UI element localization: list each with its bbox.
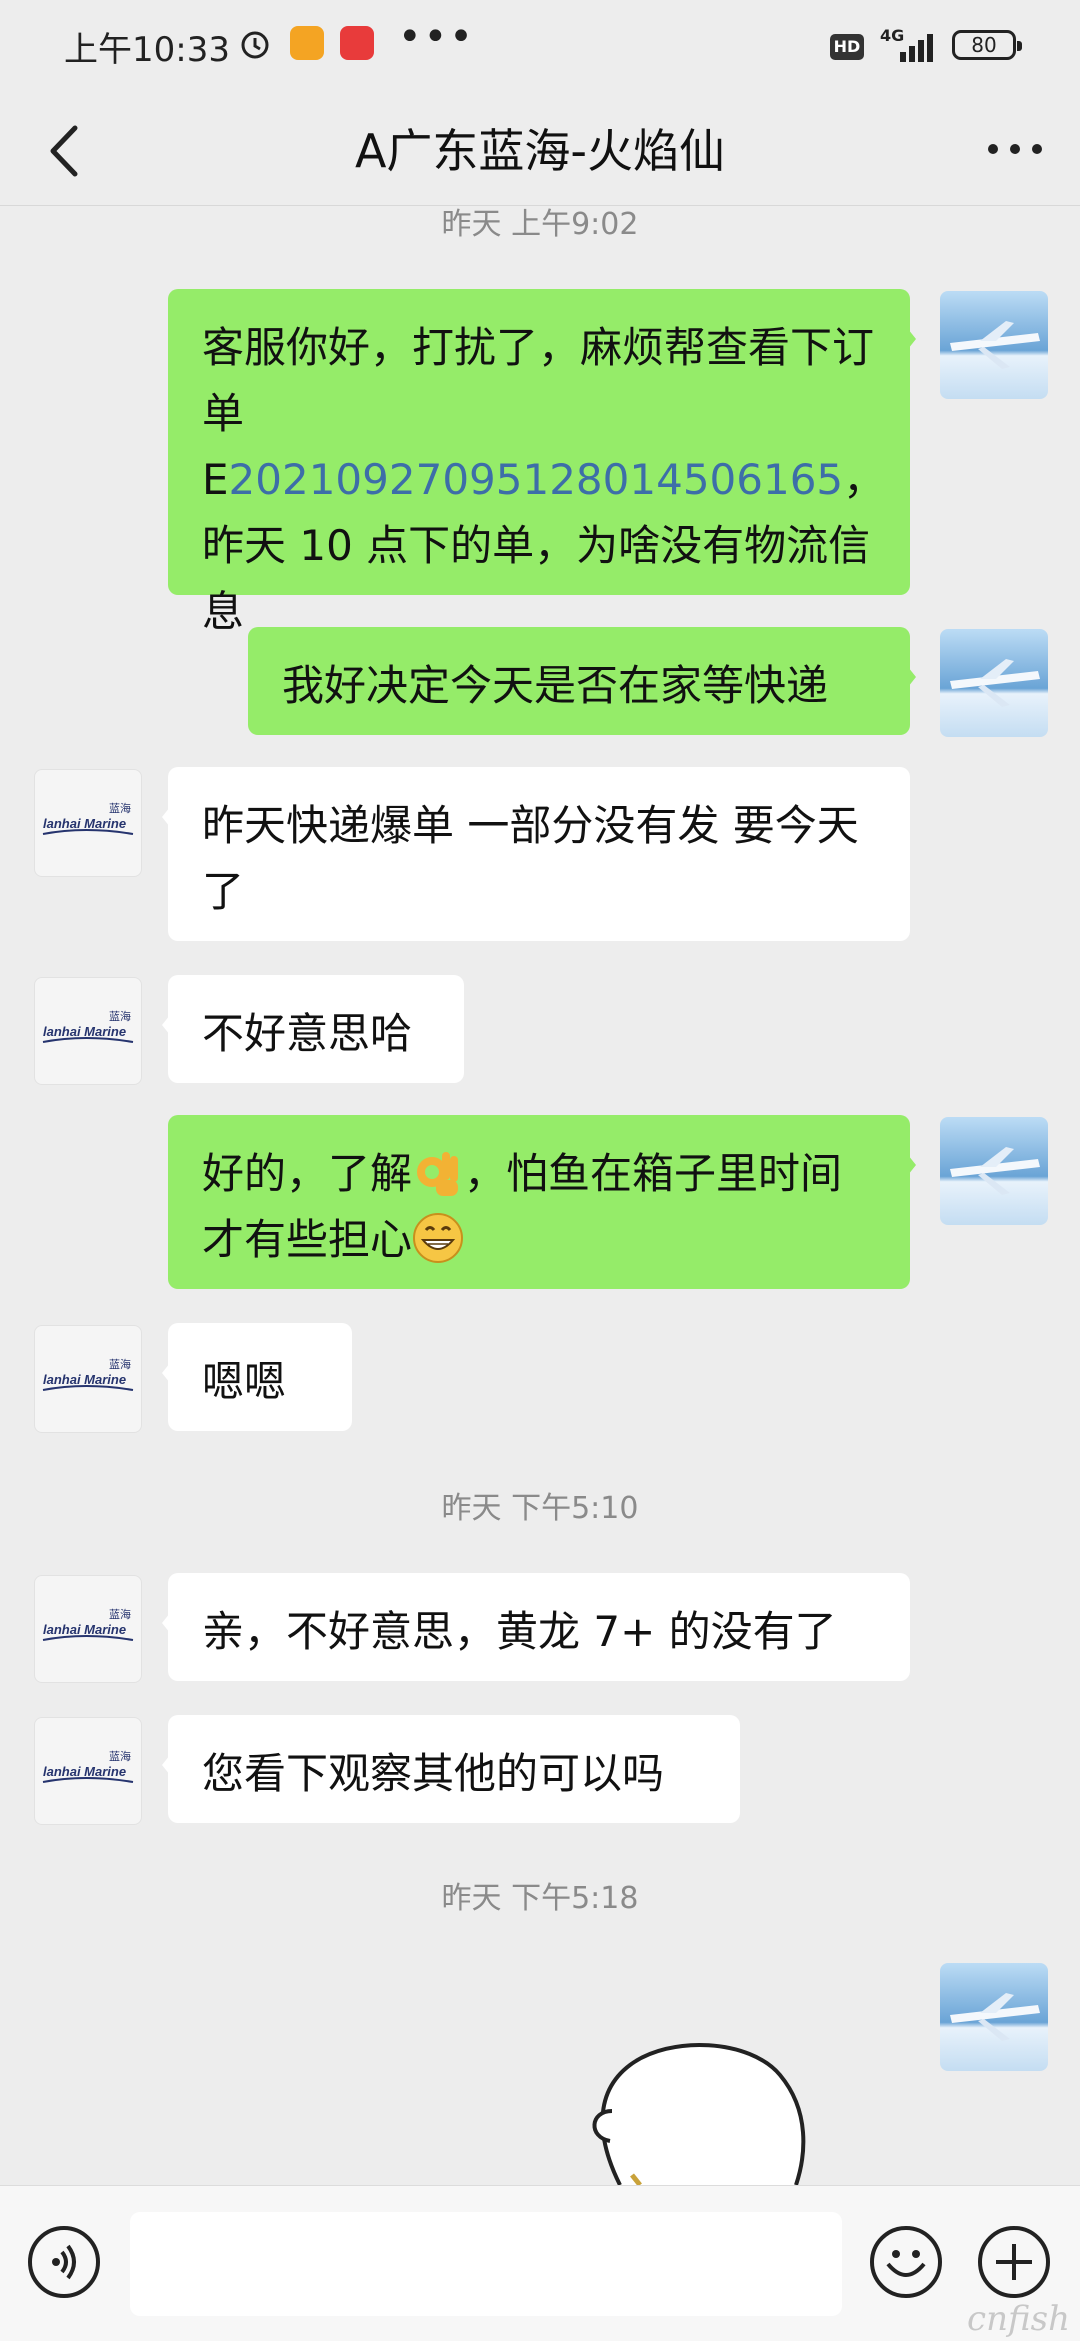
watermark: cnfish <box>967 2299 1070 2339</box>
shop-avatar[interactable]: lanhai Marine 蓝海 <box>34 1575 142 1683</box>
chat-header: A广东蓝海-火焰仙 <box>0 95 1080 206</box>
avatar-brand-text: lanhai Marine <box>43 1372 126 1387</box>
message-text: 昨天快递爆单 一部分没有发 要今天了 <box>202 801 859 916</box>
chat-area[interactable]: 昨天 上午9:02 客服你好，打扰了，麻烦帮查看下订单E202109270951… <box>0 205 1080 2185</box>
sticker-image[interactable] <box>560 2025 860 2185</box>
message-bubble-self[interactable]: 客服你好，打扰了，麻烦帮查看下订单E2021092709512801450616… <box>168 289 916 636</box>
avatar-brand-cn: 蓝海 <box>109 801 131 815</box>
shop-avatar[interactable]: lanhai Marine 蓝海 <box>34 769 142 877</box>
timestamp: 昨天 下午5:18 <box>441 1881 639 1916</box>
avatar-brand-cn: 蓝海 <box>109 1357 131 1371</box>
message-input[interactable] <box>130 2212 842 2316</box>
message-text: 您看下观察其他的可以吗 <box>202 1749 665 1798</box>
emoji-picker-icon[interactable] <box>870 2226 942 2298</box>
message-bubble-other[interactable]: 昨天快递爆单 一部分没有发 要今天了 <box>162 767 910 941</box>
chat-title: A广东蓝海-火焰仙 <box>354 124 726 178</box>
status-bar: 上午10:33 ••• HD 4G 80 <box>0 0 1080 95</box>
grinning-face-emoji-icon <box>413 1213 464 1263</box>
message-text: 好的，了解 <box>202 1149 413 1198</box>
shop-avatar[interactable]: lanhai Marine 蓝海 <box>34 977 142 1085</box>
alarm-icon <box>238 26 272 60</box>
message-text: 我好决定今天是否在家等快递 <box>282 661 829 710</box>
message-bubble-self[interactable]: 我好决定今天是否在家等快递 <box>248 627 916 735</box>
avatar-brand-text: lanhai Marine <box>43 816 126 831</box>
timestamp: 昨天 下午5:10 <box>441 1491 639 1526</box>
avatar-brand-text: lanhai Marine <box>43 1764 126 1779</box>
self-avatar[interactable] <box>940 1117 1048 1225</box>
voice-input-icon[interactable] <box>28 2226 100 2298</box>
avatar-brand-text: lanhai Marine <box>43 1024 126 1039</box>
shop-avatar[interactable]: lanhai Marine 蓝海 <box>34 1717 142 1825</box>
avatar-brand-cn: 蓝海 <box>109 1009 131 1023</box>
shop-avatar[interactable]: lanhai Marine 蓝海 <box>34 1325 142 1433</box>
battery-indicator: 80 <box>952 30 1022 60</box>
avatar-brand-cn: 蓝海 <box>109 1607 131 1621</box>
avatar-brand-text: lanhai Marine <box>43 1622 126 1637</box>
message-text: 嗯嗯 <box>202 1357 287 1406</box>
status-time: 上午10:33 <box>64 30 230 70</box>
timestamp: 昨天 上午9:02 <box>441 207 639 242</box>
input-bar: cnfish <box>0 2185 1080 2341</box>
message-bubble-other[interactable]: 亲，不好意思，黄龙 7+ 的没有了 <box>162 1573 910 1681</box>
message-bubble-other[interactable]: 嗯嗯 <box>162 1323 352 1431</box>
more-notifications-icon: ••• <box>398 14 475 60</box>
notes-app-icon <box>290 26 324 60</box>
order-number-link[interactable]: 20210927095128014506165 <box>229 455 844 504</box>
shopping-app-icon <box>340 26 374 60</box>
message-text: 不好意思哈 <box>202 1009 413 1058</box>
message-bubble-other[interactable]: 不好意思哈 <box>162 975 464 1083</box>
hd-icon: HD <box>830 34 864 60</box>
message-text: 亲，不好意思，黄龙 7+ 的没有了 <box>202 1607 837 1656</box>
signal-icon <box>900 30 940 62</box>
more-actions-plus-icon[interactable] <box>978 2226 1050 2298</box>
ok-hand-emoji-icon <box>417 1152 459 1196</box>
more-options-icon[interactable] <box>980 119 1050 179</box>
self-avatar[interactable] <box>940 291 1048 399</box>
message-bubble-other[interactable]: 您看下观察其他的可以吗 <box>162 1715 740 1823</box>
self-avatar[interactable] <box>940 1963 1048 2071</box>
self-avatar[interactable] <box>940 629 1048 737</box>
message-bubble-self[interactable]: 好的，了解 ，怕鱼在箱子里时间才有些担心 <box>168 1115 916 1289</box>
avatar-brand-cn: 蓝海 <box>109 1749 131 1763</box>
